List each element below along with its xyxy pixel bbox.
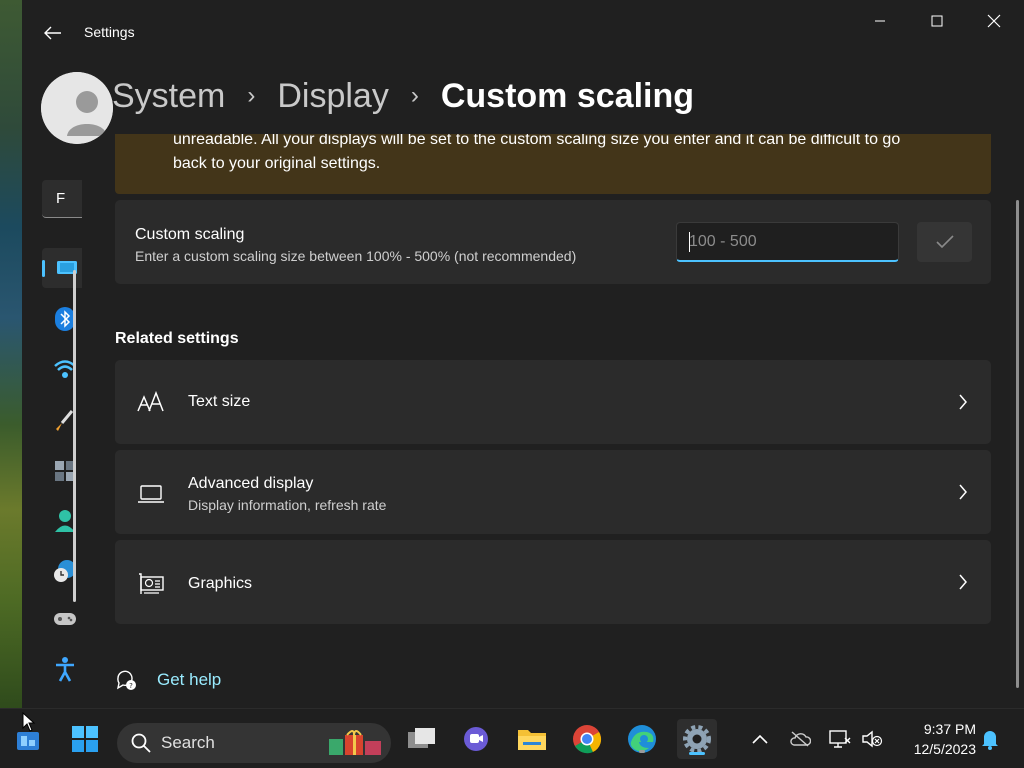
- taskbar-search[interactable]: Search: [117, 723, 391, 763]
- nav-scrollbar[interactable]: [73, 270, 76, 602]
- breadcrumb-system[interactable]: System: [112, 77, 225, 116]
- minimize-icon: [875, 20, 885, 22]
- related-item-subtitle: Display information, refresh rate: [188, 497, 387, 513]
- get-help-link[interactable]: ? Get help: [115, 666, 221, 694]
- maximize-button[interactable]: [914, 8, 960, 34]
- avatar[interactable]: [41, 72, 113, 144]
- volume-tray-button[interactable]: [860, 727, 884, 751]
- taskbar-clock[interactable]: 9:37 PM 12/5/2023: [896, 719, 976, 759]
- nav-item-display[interactable]: [54, 256, 80, 282]
- title-bar: Settings: [22, 0, 1024, 42]
- back-button[interactable]: [38, 18, 68, 48]
- chrome-icon: [573, 725, 602, 754]
- settings-window: Settings F System › Display › Custom sca…: [22, 0, 1024, 708]
- nav-item-accessibility[interactable]: [52, 656, 78, 682]
- related-item-advanced-display[interactable]: Advanced display Display information, re…: [115, 450, 991, 534]
- onedrive-tray-button[interactable]: [788, 727, 812, 751]
- minimize-button[interactable]: [857, 8, 903, 34]
- custom-scaling-description: Enter a custom scaling size between 100%…: [135, 248, 577, 264]
- get-help-label: Get help: [157, 670, 222, 689]
- gaming-icon: [54, 613, 76, 625]
- related-item-title: Text size: [188, 393, 251, 410]
- related-item-title: Graphics: [188, 575, 253, 592]
- page-title: Custom scaling: [440, 76, 695, 115]
- mouse-pointer: [22, 711, 36, 737]
- desktop-wallpaper: [0, 0, 22, 708]
- related-item-text-size[interactable]: Text size: [115, 360, 991, 444]
- running-indicator: [639, 750, 645, 753]
- user-icon: [41, 72, 113, 144]
- warning-text-line2: back to your original settings.: [173, 155, 381, 172]
- warning-text-line1: unreadable. All your displays will be se…: [173, 134, 901, 148]
- nav-selected-indicator: [42, 260, 45, 277]
- taskbar: Search 9:37 PM 12/5/2023: [0, 708, 1024, 768]
- find-setting-letter: F: [56, 190, 66, 207]
- breadcrumb-display[interactable]: Display: [277, 77, 388, 116]
- custom-scaling-card: Custom scaling Enter a custom scaling si…: [115, 200, 991, 284]
- help-chat-icon: ?: [117, 670, 136, 690]
- chevron-right-icon: [955, 574, 971, 590]
- graphics-card-icon: [137, 570, 165, 598]
- file-explorer-icon: [518, 730, 546, 750]
- custom-scaling-title: Custom scaling: [135, 226, 245, 243]
- main-content: unreadable. All your displays will be se…: [115, 134, 991, 708]
- search-icon: [131, 733, 151, 753]
- laptop-icon: [137, 480, 165, 508]
- clock-time: 9:37 PM: [923, 721, 976, 737]
- app-title: Settings: [84, 24, 135, 40]
- taskbar-file-explorer[interactable]: [514, 721, 550, 757]
- text-size-icon: [137, 388, 165, 416]
- apply-scaling-button[interactable]: [917, 222, 972, 262]
- breadcrumb: System › Display › Custom scaling: [112, 74, 694, 118]
- taskbar-start[interactable]: [67, 721, 103, 757]
- custom-scaling-input[interactable]: [676, 222, 899, 262]
- related-item-graphics[interactable]: Graphics: [115, 540, 991, 624]
- show-hidden-icons-button[interactable]: [748, 727, 772, 751]
- task-view-icon: [408, 728, 435, 748]
- checkmark-icon: [935, 235, 954, 249]
- chevron-right-icon: [955, 394, 971, 410]
- accessibility-icon: [56, 657, 74, 682]
- search-label: Search: [161, 733, 215, 752]
- notifications-button[interactable]: [978, 727, 1002, 751]
- taskbar-chrome[interactable]: [569, 721, 605, 757]
- related-item-title: Advanced display: [188, 475, 314, 492]
- network-tray-button[interactable]: [828, 727, 852, 751]
- pointer-arrow-icon: [22, 711, 36, 732]
- search-highlight-gift-icon: [329, 730, 381, 755]
- clock-date: 12/5/2023: [913, 741, 976, 757]
- active-indicator: [689, 752, 705, 755]
- bell-icon: [982, 731, 998, 750]
- network-disconnected-icon: [829, 730, 851, 748]
- chevron-up-icon: [752, 734, 768, 744]
- maximize-icon: [931, 15, 943, 27]
- nav-item-gaming[interactable]: [52, 606, 78, 632]
- close-button[interactable]: [971, 8, 1017, 34]
- warning-banner: unreadable. All your displays will be se…: [115, 134, 991, 194]
- text-caret: [689, 232, 690, 252]
- back-arrow-icon: [44, 26, 61, 40]
- breadcrumb-chevron-icon: ›: [410, 82, 419, 109]
- find-setting-input[interactable]: F: [42, 180, 82, 218]
- breadcrumb-chevron-icon: ›: [247, 82, 256, 109]
- svg-text:?: ?: [129, 682, 133, 690]
- content-scrollbar[interactable]: [1016, 200, 1019, 688]
- chevron-right-icon: [955, 484, 971, 500]
- volume-muted-icon: [862, 730, 883, 748]
- taskbar-edge[interactable]: [624, 721, 660, 757]
- taskbar-settings[interactable]: [677, 719, 717, 759]
- related-settings-heading: Related settings: [115, 330, 239, 347]
- onedrive-offline-icon: [790, 731, 811, 747]
- settings-icon: [683, 725, 711, 753]
- start-icon: [72, 726, 98, 752]
- teams-chat-icon: [464, 727, 488, 751]
- taskbar-task-view[interactable]: [404, 721, 440, 757]
- taskbar-chat[interactable]: [458, 721, 494, 757]
- close-icon: [987, 14, 1001, 28]
